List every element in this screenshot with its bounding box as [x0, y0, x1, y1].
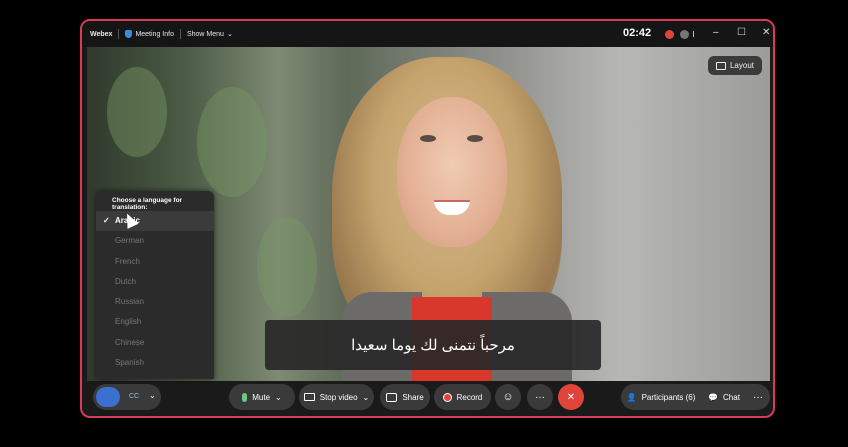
more-options-button[interactable]: ···: [527, 384, 553, 410]
chevron-down-icon[interactable]: ⌄: [275, 393, 282, 402]
language-option-arabic[interactable]: ✓ Arabic: [96, 211, 214, 232]
divider: [118, 29, 120, 39]
app-name: Webex: [90, 30, 113, 38]
mic-status-icon: [680, 30, 689, 39]
caption-text: مرحباً نتمنى لك يوما سعيدا: [351, 337, 515, 354]
participants-icon: 👤: [626, 392, 637, 402]
translated-caption: مرحباً نتمنى لك يوما سعيدا: [265, 320, 601, 370]
mic-icon: [242, 392, 248, 402]
share-button[interactable]: Share: [380, 384, 430, 410]
reactions-button[interactable]: ☺: [495, 384, 521, 410]
chevron-down-icon[interactable]: ⌄: [149, 391, 156, 400]
layout-button[interactable]: Layout: [707, 56, 762, 75]
minimize-icon[interactable]: –: [713, 27, 719, 38]
stop-video-label: Stop video: [319, 392, 358, 402]
camera-icon: [303, 393, 315, 401]
more-label: ···: [535, 391, 545, 403]
speaker-eye: [467, 135, 483, 142]
language-label: Spanish: [115, 358, 144, 368]
language-option-russian[interactable]: Russian: [96, 292, 214, 312]
record-button[interactable]: Record: [434, 384, 491, 410]
chat-label: Chat: [723, 392, 740, 402]
language-option-chinese[interactable]: Chinese: [96, 333, 214, 353]
closed-captions-button[interactable]: CC: [124, 387, 144, 407]
language-label: French: [115, 256, 140, 266]
language-option-english[interactable]: English: [96, 312, 214, 332]
close-icon: ✕: [566, 391, 576, 403]
layout-label: Layout: [729, 61, 754, 70]
language-label: Chinese: [115, 337, 145, 347]
show-menu-button[interactable]: Show Menu ⌄: [186, 30, 233, 39]
speaker-face: [397, 97, 507, 247]
language-option-spanish[interactable]: Spanish: [96, 353, 214, 373]
right-more-button[interactable]: ···: [747, 384, 769, 410]
chevron-down-icon: ⌄: [226, 31, 233, 38]
divider: [179, 29, 181, 39]
chevron-down-icon[interactable]: ⌄: [363, 393, 370, 402]
chat-button[interactable]: 💬 Chat: [703, 384, 745, 410]
reactions-icon: ☺: [502, 391, 514, 403]
translation-language-menu: Choose a language for translation: ✓ Ara…: [96, 191, 214, 379]
participants-button[interactable]: 👤 Participants (6): [622, 384, 700, 410]
meeting-info-button[interactable]: Meeting Info: [125, 30, 174, 38]
signal-indicator: [693, 31, 694, 37]
mute-button[interactable]: Mute ⌄: [229, 384, 295, 410]
menu-title: Choose a language for translation:: [112, 197, 183, 211]
language-option-german[interactable]: German: [96, 231, 214, 251]
record-icon: [442, 392, 452, 402]
language-label: Russian: [115, 297, 144, 307]
share-icon: [386, 392, 398, 402]
record-label: Record: [456, 392, 483, 402]
language-option-dutch[interactable]: Dutch: [96, 272, 214, 292]
background-foliage: [107, 67, 167, 157]
background-foliage: [257, 217, 317, 317]
meeting-timer: 02:42: [623, 27, 652, 39]
ai-assistant-button[interactable]: [96, 387, 120, 407]
participants-label: Participants (6): [641, 392, 696, 402]
close-icon[interactable]: ✕: [762, 27, 770, 38]
mute-label: Mute: [252, 392, 271, 402]
background-foliage: [197, 87, 267, 197]
check-icon: ✓: [103, 216, 110, 225]
record-icon: [665, 30, 674, 39]
share-label: Share: [402, 392, 424, 402]
language-label: Dutch: [115, 276, 136, 286]
more-label: ···: [753, 391, 763, 403]
shield-icon: [125, 30, 133, 38]
layout-icon: [715, 61, 726, 70]
maximize-icon[interactable]: ☐: [737, 27, 746, 38]
stop-video-button[interactable]: Stop video ⌄: [299, 384, 374, 410]
language-label: German: [115, 236, 144, 246]
speaker-eye: [420, 135, 436, 142]
show-menu-label: Show Menu: [186, 30, 224, 38]
meeting-info-label: Meeting Info: [135, 30, 174, 38]
end-call-button[interactable]: ✕: [558, 384, 584, 410]
language-label: English: [115, 317, 142, 327]
language-option-french[interactable]: French: [96, 252, 214, 272]
chat-icon: 💬: [708, 392, 719, 402]
